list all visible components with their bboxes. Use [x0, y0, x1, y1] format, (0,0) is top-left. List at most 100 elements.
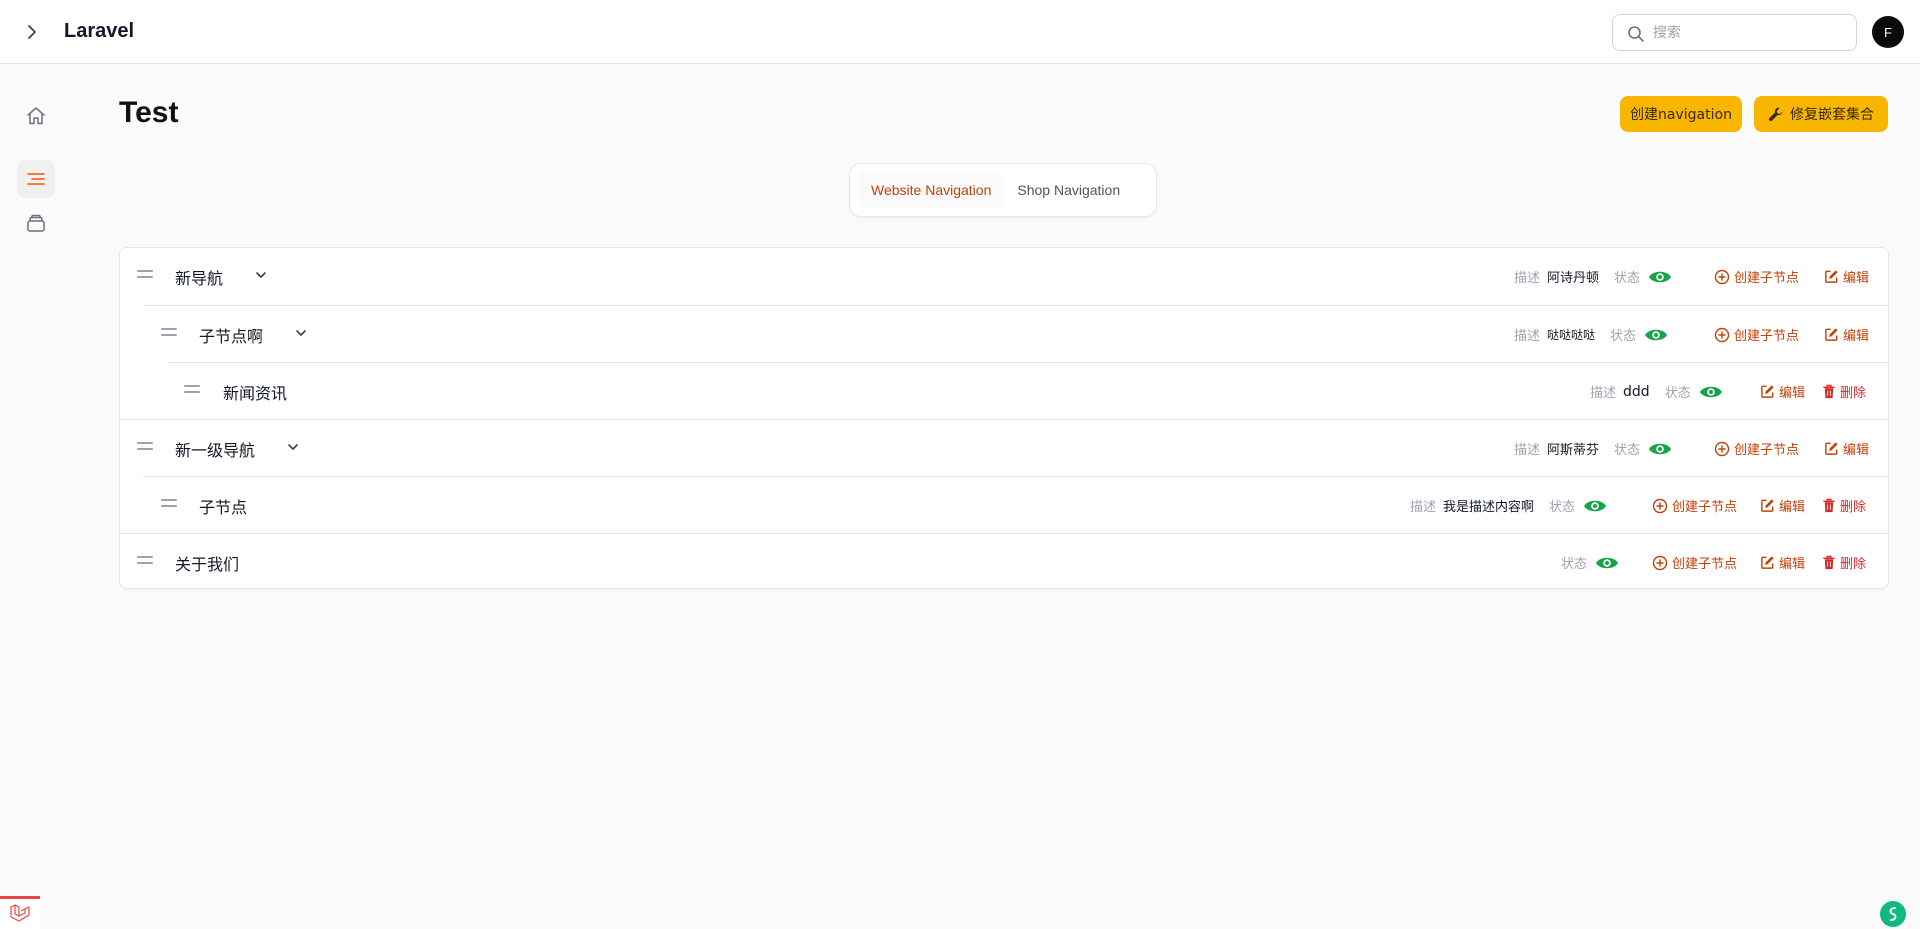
drag-handle-icon[interactable] — [184, 383, 200, 393]
navigation-tree: 新导航 描述 阿诗丹顿 状态 创建子节点 编辑 子节点啊 描述 哒哒哒哒 状态 … — [119, 247, 1889, 589]
edit-label: 编辑 — [1843, 271, 1870, 286]
create-child-label: 创建子节点 — [1672, 500, 1738, 515]
top-bar: Laravel F — [0, 0, 1920, 64]
sidebar-toggle-button[interactable] — [0, 0, 64, 64]
sidebar-item-navigation[interactable] — [17, 160, 55, 198]
description-value: ddd — [1623, 383, 1650, 400]
app-brand[interactable]: Laravel — [64, 20, 134, 43]
plus-circle-icon — [1652, 555, 1668, 570]
chevron-down-icon[interactable] — [254, 268, 268, 282]
tree-node: 子节点啊 描述 哒哒哒哒 状态 创建子节点 编辑 — [143, 305, 1888, 362]
search-input[interactable] — [1653, 24, 1843, 41]
tree-node: 新闻资讯 描述 ddd 状态 编辑 删除 — [167, 362, 1888, 419]
drag-handle-icon[interactable] — [137, 440, 153, 450]
edit-icon — [1825, 328, 1838, 341]
edit-button[interactable]: 编辑 — [1824, 439, 1869, 458]
create-child-button[interactable]: 创建子节点 — [1714, 325, 1799, 344]
search-icon — [1628, 26, 1644, 42]
node-title: 新一级导航 — [175, 441, 256, 460]
drag-handle-icon[interactable] — [137, 554, 153, 564]
description-label: 描述 — [1514, 271, 1541, 286]
stack-icon — [27, 214, 45, 232]
eye-icon[interactable] — [1648, 269, 1672, 285]
delete-label: 删除 — [1840, 500, 1867, 515]
eye-icon[interactable] — [1699, 384, 1723, 400]
edit-button[interactable]: 编辑 — [1760, 382, 1805, 401]
drag-handle-icon[interactable] — [161, 497, 177, 507]
chevron-down-icon[interactable] — [294, 326, 308, 340]
user-avatar[interactable]: F — [1872, 16, 1904, 48]
node-title: 关于我们 — [175, 555, 240, 574]
delete-button[interactable]: 删除 — [1822, 382, 1866, 401]
page-title: Test — [119, 96, 179, 129]
node-meta: 状态 — [1561, 553, 1619, 572]
node-title: 子节点啊 — [199, 327, 264, 346]
create-child-button[interactable]: 创建子节点 — [1714, 267, 1799, 286]
trash-icon — [1823, 384, 1835, 399]
drag-handle-icon[interactable] — [161, 326, 177, 336]
status-label: 状态 — [1561, 557, 1588, 572]
wrench-icon — [1768, 107, 1783, 122]
status-label: 状态 — [1664, 386, 1691, 401]
edit-icon — [1761, 499, 1774, 512]
trash-icon — [1823, 555, 1835, 570]
chevron-down-icon[interactable] — [286, 440, 300, 454]
tree-node: 关于我们 状态 创建子节点 编辑 删除 — [120, 533, 1888, 588]
create-child-label: 创建子节点 — [1672, 557, 1738, 572]
edit-button[interactable]: 编辑 — [1760, 553, 1805, 572]
eye-icon[interactable] — [1583, 498, 1607, 514]
delete-button[interactable]: 删除 — [1822, 496, 1866, 515]
delete-button[interactable]: 删除 — [1822, 553, 1866, 572]
description-value: 阿斯蒂芬 — [1547, 443, 1600, 458]
create-child-button[interactable]: 创建子节点 — [1652, 496, 1737, 515]
plus-circle-icon — [1714, 441, 1730, 456]
tree-node: 子节点 描述 我是描述内容啊 状态 创建子节点 编辑 删除 — [143, 476, 1888, 533]
description-label: 描述 — [1410, 500, 1437, 515]
eye-icon[interactable] — [1648, 441, 1672, 457]
create-child-button[interactable]: 创建子节点 — [1652, 553, 1737, 572]
tab-website-navigation[interactable]: Website Navigation — [858, 171, 1005, 209]
navigation-list-icon — [27, 173, 45, 185]
node-title: 子节点 — [199, 498, 248, 517]
edit-label: 编辑 — [1843, 329, 1870, 344]
debugbar-toggle[interactable] — [0, 896, 40, 929]
edit-button[interactable]: 编辑 — [1824, 325, 1869, 344]
laravel-logo-icon — [10, 904, 30, 922]
create-child-button[interactable]: 创建子节点 — [1714, 439, 1799, 458]
delete-label: 删除 — [1840, 386, 1867, 401]
edit-button[interactable]: 编辑 — [1760, 496, 1805, 515]
delete-label: 删除 — [1840, 557, 1867, 572]
node-meta: 描述 阿斯蒂芬 状态 — [1514, 439, 1672, 458]
plus-circle-icon — [1714, 327, 1730, 342]
fix-nested-set-button[interactable]: 修复嵌套集合 — [1754, 96, 1888, 132]
edit-label: 编辑 — [1779, 557, 1806, 572]
description-label: 描述 — [1514, 329, 1541, 344]
description-label: 描述 — [1590, 386, 1617, 401]
create-child-label: 创建子节点 — [1734, 443, 1800, 458]
sidebar-item-collections[interactable] — [17, 204, 55, 242]
tab-shop-navigation[interactable]: Shop Navigation — [1004, 171, 1133, 209]
edit-label: 编辑 — [1843, 443, 1870, 458]
eye-icon[interactable] — [1595, 555, 1619, 571]
status-label: 状态 — [1614, 443, 1641, 458]
chevron-right-icon — [28, 24, 36, 39]
floating-action-button[interactable] — [1880, 901, 1906, 927]
plus-circle-icon — [1652, 498, 1668, 513]
node-meta: 描述 哒哒哒哒 状态 — [1514, 325, 1668, 344]
sidebar — [0, 64, 72, 929]
eye-icon[interactable] — [1644, 327, 1668, 343]
create-child-label: 创建子节点 — [1734, 329, 1800, 344]
search-box — [1612, 14, 1857, 51]
sidebar-item-home[interactable] — [17, 97, 55, 135]
edit-button[interactable]: 编辑 — [1824, 267, 1869, 286]
description-label: 描述 — [1514, 443, 1541, 458]
node-title: 新闻资讯 — [223, 384, 288, 403]
status-label: 状态 — [1614, 271, 1641, 286]
create-navigation-label: 创建navigation — [1630, 107, 1732, 123]
description-value: 我是描述内容啊 — [1443, 500, 1535, 515]
plus-circle-icon — [1714, 269, 1730, 284]
create-navigation-button[interactable]: 创建navigation — [1620, 96, 1742, 132]
node-meta: 描述 ddd 状态 — [1590, 382, 1723, 401]
navigation-tabs: Website Navigation Shop Navigation — [849, 163, 1157, 217]
drag-handle-icon[interactable] — [137, 268, 153, 278]
